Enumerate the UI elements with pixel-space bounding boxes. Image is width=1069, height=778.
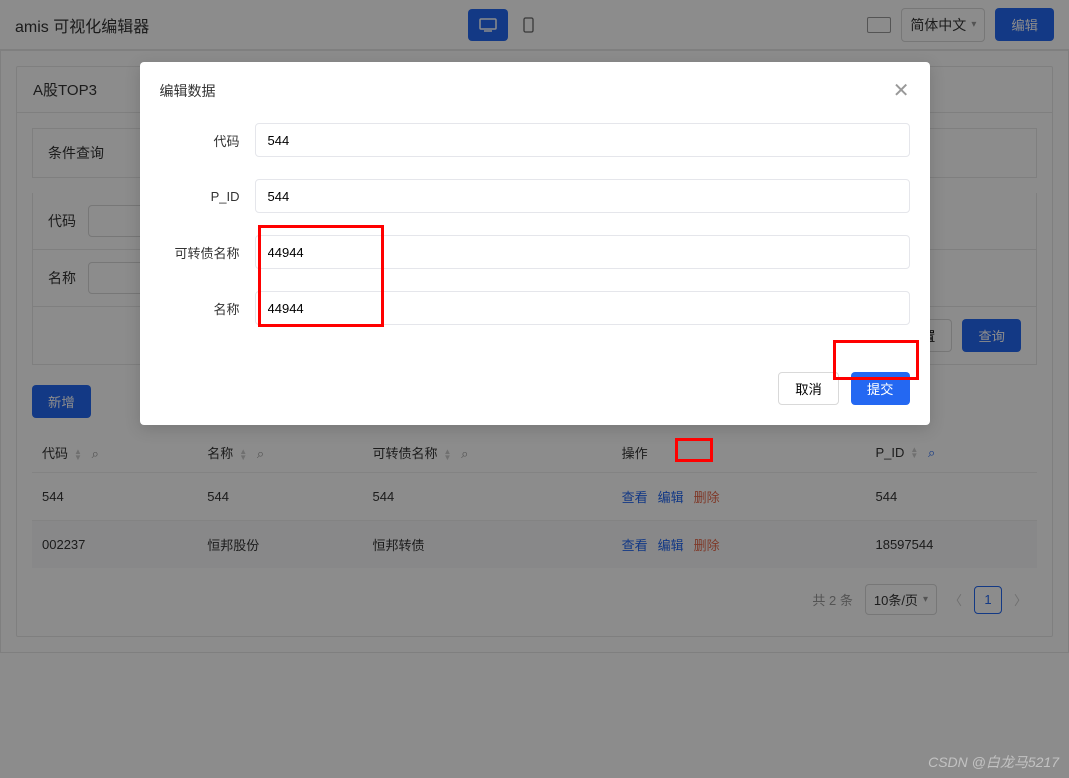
dialog-title: 编辑数据	[160, 81, 893, 101]
dialog-overlay: 编辑数据 ✕ 代码 P_ID 可转债名称 名称 取消 提交	[0, 0, 1069, 778]
label-code: 代码	[160, 131, 255, 150]
label-pid: P_ID	[160, 189, 255, 204]
edit-dialog: 编辑数据 ✕ 代码 P_ID 可转债名称 名称 取消 提交	[140, 62, 930, 425]
label-name: 名称	[160, 299, 255, 318]
input-code[interactable]	[255, 123, 910, 157]
close-icon[interactable]: ✕	[893, 78, 910, 103]
cancel-button[interactable]: 取消	[778, 372, 839, 405]
input-pid[interactable]	[255, 179, 910, 213]
input-name[interactable]	[255, 291, 910, 325]
input-bond[interactable]	[255, 235, 910, 269]
submit-button[interactable]: 提交	[851, 372, 910, 405]
label-bond: 可转债名称	[160, 243, 255, 262]
watermark: CSDN @白龙马5217	[928, 752, 1059, 772]
